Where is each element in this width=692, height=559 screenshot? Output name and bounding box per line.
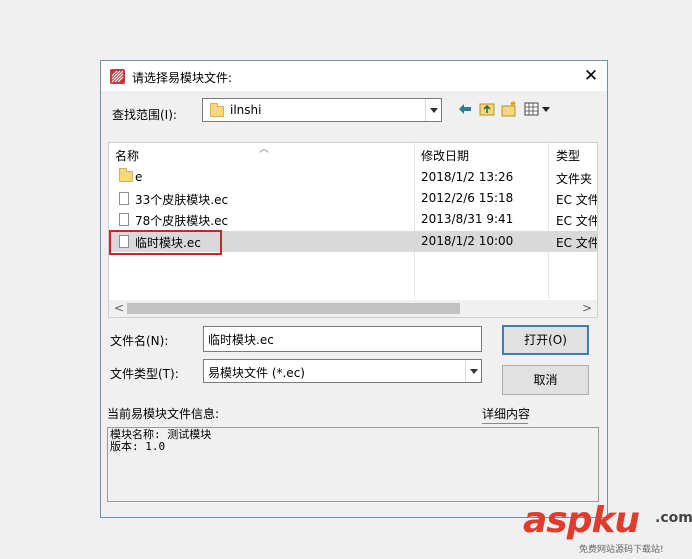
new-folder-icon[interactable] <box>499 99 519 119</box>
file-row[interactable]: 78个皮肤模块.ec 2013/8/31 9:41 EC 文件 <box>109 209 597 230</box>
chevron-down-icon[interactable] <box>465 360 481 382</box>
sort-ascending-icon: ︿ <box>259 144 269 155</box>
watermark-brand: aspku <box>523 500 640 541</box>
file-icon <box>119 213 129 226</box>
dialog-title: 请选择易模块文件: <box>132 71 233 85</box>
scrollbar-thumb[interactable] <box>127 303 460 314</box>
file-type: 文件夹 <box>556 172 593 186</box>
filetype-value: 易模块文件 (*.ec) <box>208 366 305 380</box>
file-row[interactable]: 33个皮肤模块.ec 2012/2/6 15:18 EC 文件 <box>109 188 597 209</box>
file-name: 33个皮肤模块.ec <box>135 193 229 207</box>
chevron-down-icon[interactable] <box>425 99 441 121</box>
view-menu-icon[interactable] <box>522 99 554 119</box>
close-button[interactable]: ✕ <box>579 65 603 87</box>
scroll-right-icon[interactable]: > <box>582 301 592 315</box>
module-info-label: 当前易模块文件信息: <box>107 407 220 421</box>
up-folder-icon[interactable] <box>477 99 497 119</box>
filename-value: 临时模块.ec <box>208 333 274 347</box>
column-date[interactable]: 修改日期 <box>421 147 469 164</box>
folder-icon <box>210 103 224 117</box>
column-name[interactable]: 名称 <box>115 147 139 164</box>
file-type: EC 文件 <box>556 236 598 250</box>
scroll-left-icon[interactable]: < <box>114 301 124 315</box>
lookin-combo[interactable]: ilnshi <box>202 98 442 122</box>
filetype-label: 文件类型(T): <box>110 367 179 381</box>
site-watermark: aspku .com 免费网站源码下载站! <box>523 500 692 558</box>
divider <box>482 423 528 424</box>
horizontal-scrollbar[interactable]: < > <box>109 300 597 317</box>
app-icon <box>110 69 125 84</box>
file-name: e <box>135 170 143 184</box>
file-list[interactable]: ︿ 名称 修改日期 类型 e 2018/1/2 13:26 文件夹 33个皮肤模… <box>108 142 598 318</box>
filename-label: 文件名(N): <box>110 334 169 348</box>
file-date: 2013/8/31 9:41 <box>421 212 514 226</box>
module-info-line: 模块名称: 测试模块 <box>110 428 212 441</box>
detail-content-label: 详细内容 <box>482 407 531 421</box>
file-name: 78个皮肤模块.ec <box>135 214 229 228</box>
title-bar: 请选择易模块文件: ✕ <box>101 61 607 91</box>
watermark-suffix: .com <box>655 510 692 526</box>
column-type[interactable]: 类型 <box>556 147 580 164</box>
file-list-header: ︿ 名称 修改日期 类型 <box>109 143 597 165</box>
back-arrow-icon[interactable] <box>455 99 475 119</box>
file-type: EC 文件 <box>556 193 598 207</box>
file-date: 2018/1/2 10:00 <box>421 234 514 248</box>
lookin-value: ilnshi <box>230 103 262 117</box>
file-type: EC 文件 <box>556 214 598 228</box>
cancel-button[interactable]: 取消 <box>502 365 589 395</box>
close-icon: ✕ <box>583 66 599 86</box>
watermark-tagline: 免费网站源码下载站! <box>579 545 664 555</box>
file-date: 2012/2/6 15:18 <box>421 191 514 205</box>
module-info-box: 模块名称: 测试模块 版本: 1.0 <box>107 427 599 502</box>
selection-highlight-box <box>109 230 222 255</box>
filetype-select[interactable]: 易模块文件 (*.ec) <box>203 359 482 383</box>
open-button[interactable]: 打开(O) <box>502 325 589 355</box>
open-module-dialog: 请选择易模块文件: ✕ 查找范围(I): ilnshi ︿ 名称 修改日期 类型 <box>100 60 608 518</box>
folder-icon <box>119 168 133 182</box>
lookin-label: 查找范围(I): <box>112 108 177 122</box>
file-row-folder-e[interactable]: e 2018/1/2 13:26 文件夹 <box>109 167 597 188</box>
file-icon <box>119 192 129 205</box>
file-date: 2018/1/2 13:26 <box>421 170 514 184</box>
module-info-line: 版本: 1.0 <box>110 440 166 453</box>
filename-input[interactable]: 临时模块.ec <box>203 326 482 352</box>
